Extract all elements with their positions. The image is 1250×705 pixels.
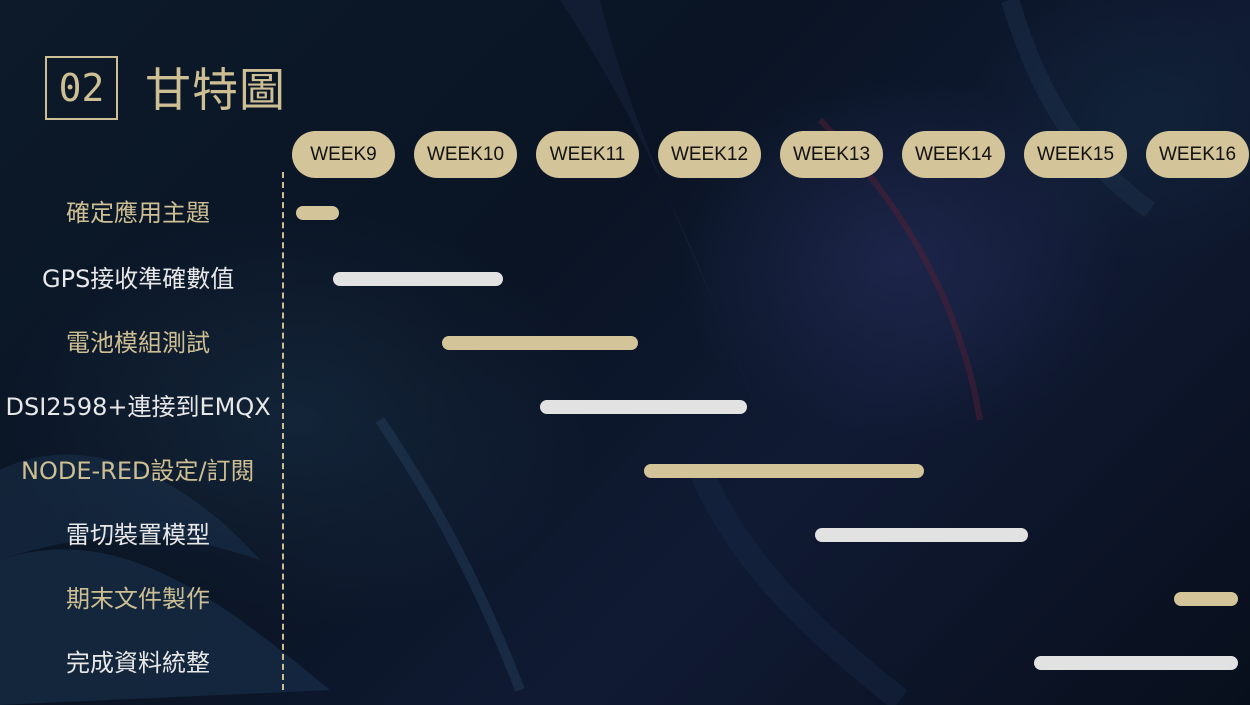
week-pill-13: WEEK13: [780, 131, 883, 178]
task-bar: [643, 464, 925, 478]
task-bar: [442, 336, 638, 350]
week-pill-15: WEEK15: [1024, 131, 1127, 178]
task-label: 雷切裝置模型: [66, 521, 210, 549]
task-bar: [296, 206, 339, 220]
task-label: NODE-RED設定/訂閱: [21, 457, 255, 485]
week-pill-12: WEEK12: [658, 131, 761, 178]
week-pill-16: WEEK16: [1146, 131, 1249, 178]
task-label: DSI2598+連接到EMQX: [5, 393, 271, 421]
task-bar: [814, 528, 1028, 542]
week-pill-9: WEEK9: [292, 131, 395, 178]
slide-number-box: 02: [45, 56, 118, 120]
task-bar: [1034, 656, 1238, 670]
task-bar: [1174, 592, 1238, 606]
task-bar: [332, 272, 504, 286]
task-label: 期末文件製作: [66, 585, 210, 613]
task-label: 完成資料統整: [66, 649, 210, 677]
timeline-dashed-axis: [282, 172, 284, 690]
task-label: 電池模組測試: [66, 329, 210, 357]
task-label: GPS接收準確數值: [42, 265, 235, 293]
task-bar: [540, 400, 748, 414]
week-pill-11: WEEK11: [536, 131, 639, 178]
slide-title: 甘特圖: [145, 63, 286, 117]
week-pill-10: WEEK10: [414, 131, 517, 178]
task-label: 確定應用主題: [66, 199, 210, 227]
week-pill-14: WEEK14: [902, 131, 1005, 178]
